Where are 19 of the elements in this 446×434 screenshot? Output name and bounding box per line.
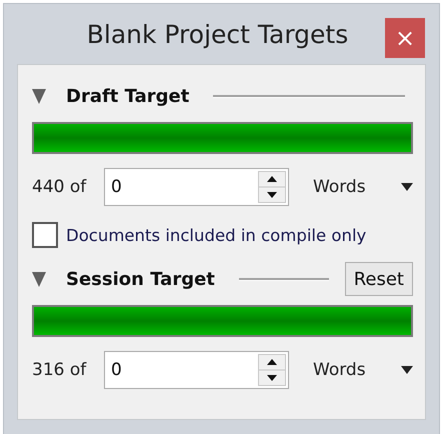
collapse-triangle-icon[interactable] [32, 88, 46, 104]
spin-arrows-icon[interactable] [258, 171, 286, 203]
unit-dropdown[interactable]: Words [313, 360, 393, 380]
section-title: Session Target [66, 268, 215, 290]
close-button[interactable]: × [385, 18, 425, 58]
unit-dropdown[interactable]: Words [313, 177, 393, 197]
checkbox[interactable] [32, 222, 58, 248]
dropdown-caret-icon[interactable] [401, 183, 413, 191]
spin-arrows-icon[interactable] [258, 354, 286, 386]
section-title: Draft Target [66, 86, 190, 106]
target-spinbox[interactable]: 0 [104, 351, 289, 389]
word-count: 440 of [32, 177, 88, 197]
word-count: 316 of [32, 360, 88, 380]
collapse-triangle-icon[interactable] [32, 271, 46, 287]
reset-button[interactable]: Reset [344, 262, 413, 296]
checkbox-label: Documents included in compile only [66, 226, 366, 244]
target-spinbox[interactable]: 0 [104, 168, 289, 206]
dropdown-caret-icon[interactable] [401, 366, 413, 374]
window-title: Blank Project Targets [86, 20, 348, 48]
